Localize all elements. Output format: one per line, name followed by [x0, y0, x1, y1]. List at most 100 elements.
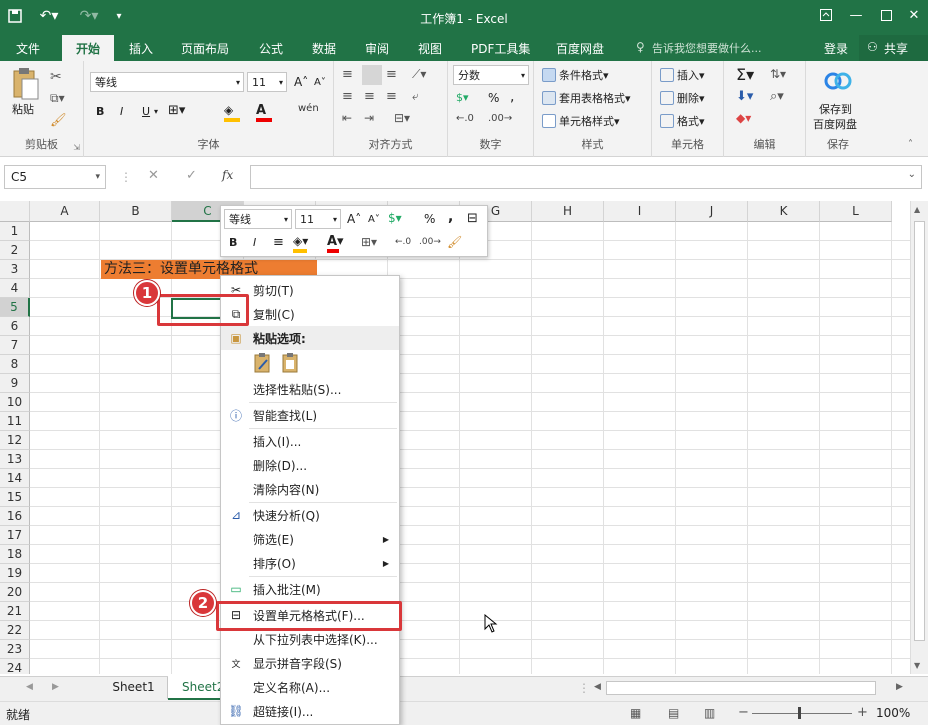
- mini-borders-icon[interactable]: ⊞▾: [361, 235, 377, 249]
- row-header[interactable]: 20: [0, 583, 30, 602]
- fill-icon[interactable]: ⬇▾: [736, 89, 753, 104]
- increase-decimal-icon[interactable]: ←.0: [456, 113, 474, 124]
- bold-button[interactable]: B: [96, 105, 104, 118]
- tell-me-box[interactable]: 告诉我您想要做什么...: [652, 40, 762, 56]
- save-baidu-line1[interactable]: 保存到: [819, 101, 852, 117]
- row-header[interactable]: 21: [0, 602, 30, 621]
- cell-styles-button[interactable]: 单元格样式 ▾: [542, 113, 620, 129]
- borders-icon[interactable]: ⊞▾: [168, 103, 185, 118]
- row-header[interactable]: 10: [0, 393, 30, 412]
- paste-label[interactable]: 粘贴: [12, 101, 34, 117]
- sort-filter-icon[interactable]: ⇅▾: [770, 67, 786, 81]
- row-header[interactable]: 4: [0, 279, 30, 298]
- zoom-slider[interactable]: [752, 713, 852, 714]
- column-header[interactable]: L: [820, 201, 892, 222]
- row-header[interactable]: 19: [0, 564, 30, 583]
- align-top-icon[interactable]: ≡: [342, 67, 353, 82]
- menu-quick-analysis[interactable]: ⊿ 快速分析(Q): [221, 503, 399, 527]
- mini-decrease-font-icon[interactable]: A˅: [368, 214, 380, 225]
- zoom-out-icon[interactable]: −: [738, 705, 749, 720]
- clear-icon[interactable]: ◆▾: [736, 111, 751, 125]
- copy-icon[interactable]: ⧉▾: [50, 91, 65, 106]
- tab-pdf-tools[interactable]: PDF工具集: [471, 40, 530, 57]
- align-right-icon[interactable]: ≡: [386, 89, 397, 104]
- scroll-left-icon[interactable]: ◀: [594, 682, 601, 692]
- orientation-icon[interactable]: ⟋▾: [412, 67, 426, 82]
- row-header[interactable]: 5: [0, 298, 30, 317]
- paste-icon-option[interactable]: [253, 352, 273, 374]
- wrap-text-icon[interactable]: ⤶: [412, 89, 419, 104]
- row-header[interactable]: 15: [0, 488, 30, 507]
- vertical-scroll-thumb[interactable]: [914, 221, 925, 641]
- number-format-box[interactable]: 分数 ▾: [453, 65, 529, 85]
- align-center-icon[interactable]: ≡: [364, 89, 375, 104]
- tab-file[interactable]: 文件: [16, 40, 40, 57]
- align-left-icon[interactable]: ≡: [342, 89, 353, 104]
- decrease-decimal-icon[interactable]: .00→: [488, 113, 512, 124]
- collapse-ribbon-icon[interactable]: ˄: [908, 139, 913, 150]
- page-layout-view-icon[interactable]: ▤: [668, 706, 679, 720]
- decrease-font-icon[interactable]: A˅: [314, 77, 326, 88]
- zoom-slider-thumb[interactable]: [798, 707, 801, 719]
- row-header[interactable]: 24: [0, 659, 30, 674]
- mini-bold-button[interactable]: B: [229, 236, 237, 249]
- menu-filter[interactable]: 筛选(E) ▶: [221, 527, 399, 551]
- share-button[interactable]: ⚇ 共享: [859, 35, 928, 61]
- menu-hyperlink[interactable]: ⛓ 超链接(I)...: [221, 699, 399, 723]
- mini-italic-button[interactable]: I: [253, 236, 256, 249]
- find-select-icon[interactable]: ⌕▾: [770, 89, 784, 104]
- zoom-level[interactable]: 100%: [876, 706, 910, 720]
- mini-percent-button[interactable]: %: [424, 212, 435, 226]
- mini-font-size-box[interactable]: 11 ▾: [295, 209, 341, 229]
- menu-insert[interactable]: 插入(I)...: [221, 429, 399, 453]
- cut-icon[interactable]: ✂: [50, 69, 62, 85]
- delete-cells-button[interactable]: 删除 ▾: [660, 90, 705, 106]
- tab-data[interactable]: 数据: [312, 40, 336, 57]
- ribbon-display-icon[interactable]: [818, 7, 834, 23]
- vertical-scrollbar[interactable]: ▲ ▼: [910, 201, 928, 674]
- column-header[interactable]: J: [676, 201, 748, 222]
- column-header[interactable]: A: [30, 201, 100, 222]
- comma-icon[interactable]: ,: [510, 89, 514, 105]
- sheet-tab-sheet2[interactable]: Sheet2: [168, 676, 228, 700]
- menu-define-name[interactable]: 定义名称(A)...: [221, 675, 399, 699]
- font-name-box[interactable]: 等线 ▾: [90, 72, 244, 92]
- column-header[interactable]: B: [100, 201, 172, 222]
- name-box[interactable]: C5 ▾: [4, 165, 106, 189]
- row-header[interactable]: 9: [0, 374, 30, 393]
- prev-sheet-icon[interactable]: ◀: [26, 682, 33, 692]
- mini-increase-font-icon[interactable]: A˄: [347, 212, 361, 226]
- row-header[interactable]: 8: [0, 355, 30, 374]
- row-header[interactable]: 3: [0, 260, 30, 279]
- tab-insert[interactable]: 插入: [129, 40, 153, 57]
- menu-delete[interactable]: 删除(D)...: [221, 453, 399, 477]
- font-size-box[interactable]: 11 ▾: [247, 72, 287, 92]
- mini-increase-decimal-icon[interactable]: ←.0: [395, 237, 411, 247]
- paste-icon[interactable]: [10, 67, 40, 103]
- mini-font-color-icon[interactable]: A▾: [327, 234, 353, 254]
- normal-view-icon[interactable]: ▦: [630, 706, 641, 720]
- menu-smart-lookup[interactable]: ⓘ 智能查找(L): [221, 403, 399, 427]
- next-sheet-icon[interactable]: ▶: [52, 682, 59, 692]
- tab-home[interactable]: 开始: [62, 35, 114, 61]
- column-header[interactable]: I: [604, 201, 676, 222]
- italic-button[interactable]: I: [120, 105, 123, 118]
- scroll-right-icon[interactable]: ▶: [896, 682, 903, 692]
- percent-icon[interactable]: %: [488, 91, 499, 105]
- mini-accounting-icon[interactable]: $▾: [388, 211, 402, 225]
- font-color-icon[interactable]: A: [256, 103, 280, 123]
- row-header[interactable]: 6: [0, 317, 30, 336]
- tab-baidu-disk[interactable]: 百度网盘: [556, 40, 604, 57]
- row-header[interactable]: 1: [0, 222, 30, 241]
- horizontal-scroll-thumb[interactable]: [606, 681, 876, 695]
- accounting-format-icon[interactable]: $▾: [456, 91, 469, 104]
- baidu-cloud-icon[interactable]: [824, 69, 852, 91]
- cancel-formula-icon[interactable]: ✕: [148, 168, 159, 183]
- mini-format-painter-icon[interactable]: 🖌: [447, 235, 462, 249]
- menu-clear-contents[interactable]: 清除内容(N): [221, 477, 399, 501]
- zoom-in-icon[interactable]: +: [857, 705, 868, 720]
- decrease-indent-icon[interactable]: ⇤: [342, 111, 352, 125]
- column-header[interactable]: H: [532, 201, 604, 222]
- row-header[interactable]: 13: [0, 450, 30, 469]
- select-all-corner[interactable]: [0, 201, 30, 222]
